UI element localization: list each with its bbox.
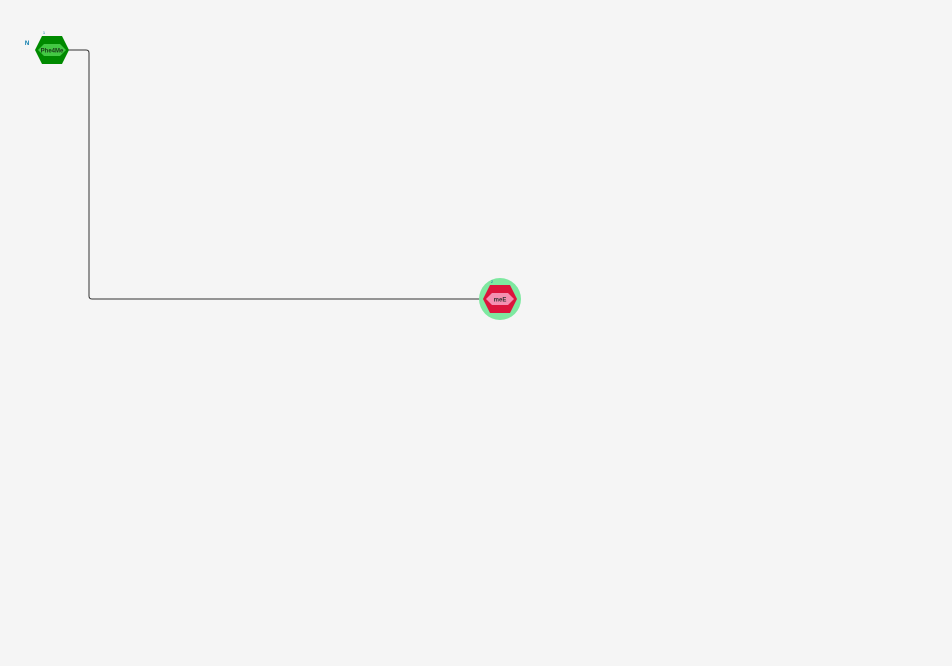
- monomer-symbol: meE: [494, 298, 507, 304]
- monomer-mee[interactable]: 2 meE: [479, 278, 521, 320]
- canvas-background: [0, 0, 952, 666]
- sequence-canvas[interactable]: N 1 Phe4Me 2 meE: [0, 0, 952, 666]
- n-terminal-label: N: [25, 41, 29, 47]
- monomer-symbol: Phe4Me: [41, 49, 64, 55]
